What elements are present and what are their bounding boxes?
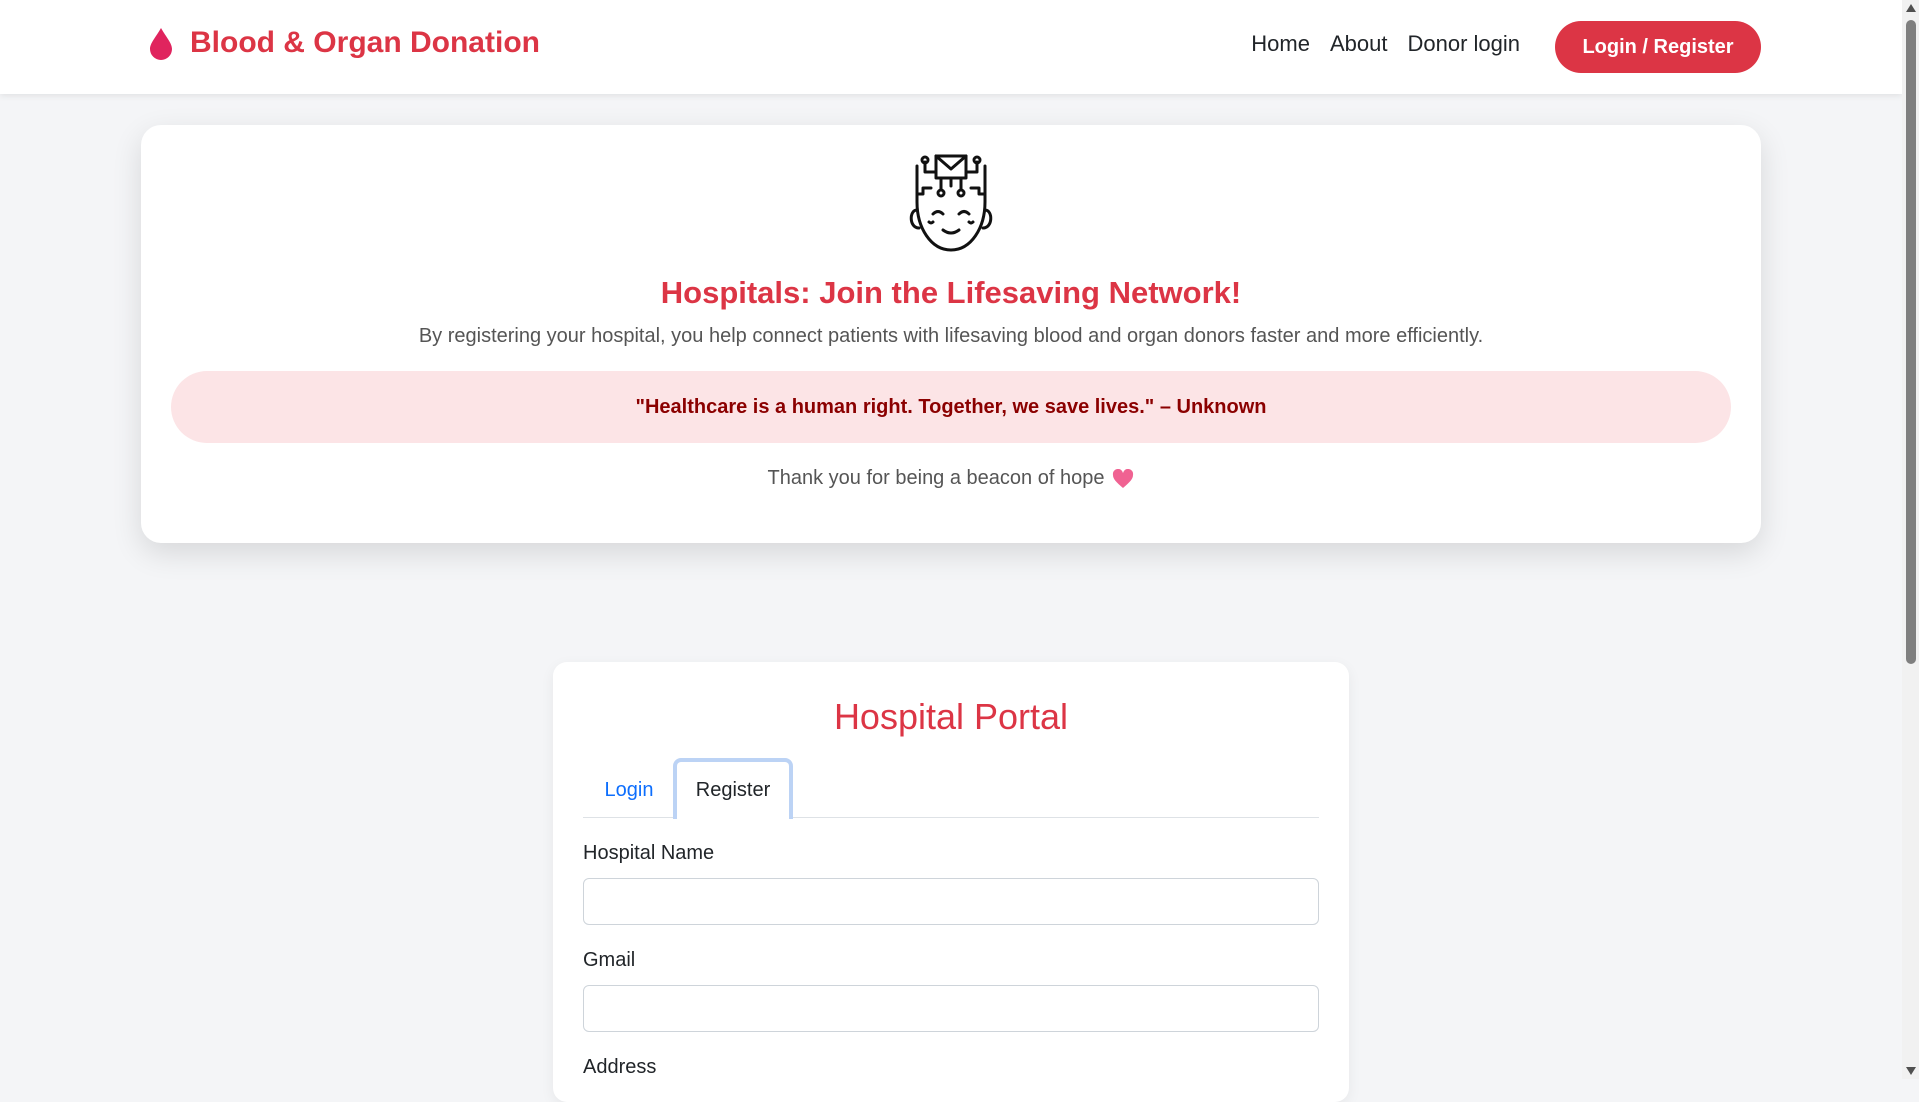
tab-register[interactable]: Register (673, 758, 793, 819)
quote-text: "Healthcare is a human right. Together, … (635, 395, 1267, 418)
hospital-name-label: Hospital Name (583, 842, 715, 864)
thanks-text: Thank you for being a beacon of hope (767, 467, 1105, 489)
quote-banner: "Healthcare is a human right. Together, … (171, 371, 1731, 443)
blood-drop-icon (150, 28, 172, 60)
scrollbar[interactable] (1902, 0, 1919, 1079)
heart-icon (1113, 468, 1134, 488)
brand[interactable]: Blood & Organ Donation (146, 26, 540, 60)
portal-title: Hospital Portal (833, 696, 1069, 737)
navbar: Blood & Organ Donation Home About Donor … (0, 0, 1902, 94)
nav-link-home[interactable]: Home (1251, 31, 1310, 57)
mail-head-icon (909, 154, 993, 252)
address-label: Address (583, 1056, 657, 1078)
hospital-name-input[interactable] (583, 878, 1319, 925)
nav-links: Home About Donor login (1251, 31, 1520, 57)
login-register-button[interactable]: Login / Register (1555, 21, 1761, 73)
scroll-up-arrow-icon[interactable] (1906, 4, 1916, 12)
hero-card: Hospitals: Join the Lifesaving Network! … (141, 125, 1761, 543)
gmail-label: Gmail (583, 949, 636, 971)
gmail-input[interactable] (583, 985, 1319, 1032)
hero-title: Hospitals: Join the Lifesaving Network! (660, 275, 1242, 310)
portal-tabs: Login Register (583, 758, 1319, 819)
thanks-line: Thank you for being a beacon of hope (141, 467, 1761, 490)
hero-subtitle: By registering your hospital, you help c… (418, 325, 1484, 347)
scroll-down-arrow-icon[interactable] (1906, 1067, 1916, 1075)
nav-link-about[interactable]: About (1330, 31, 1388, 57)
brand-name: Blood & Organ Donation (190, 26, 540, 59)
tab-login[interactable]: Login (583, 762, 675, 818)
scroll-thumb[interactable] (1906, 20, 1916, 664)
nav-link-donor-login[interactable]: Donor login (1407, 31, 1520, 57)
hospital-portal-card: Hospital Portal Login Register Hospital … (553, 662, 1349, 1102)
